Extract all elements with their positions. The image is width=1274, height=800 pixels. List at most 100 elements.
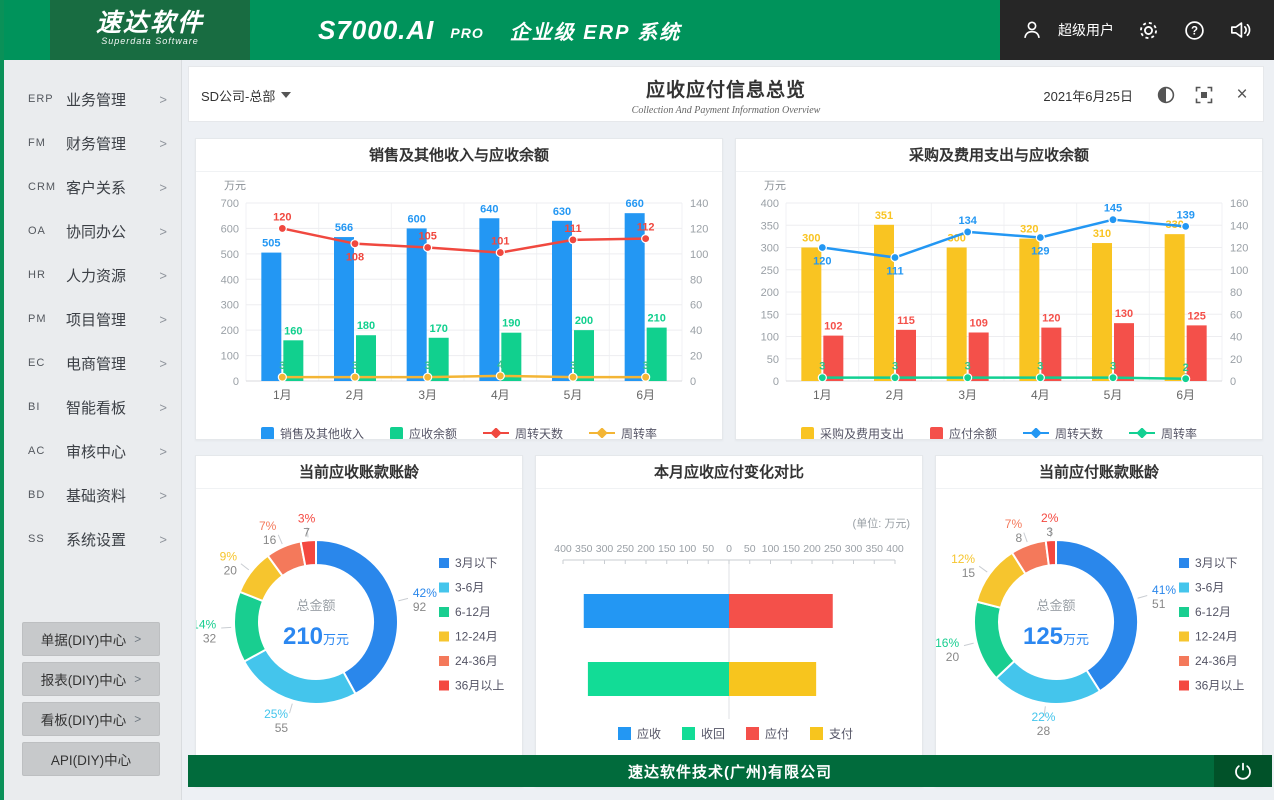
line-point [642,235,650,243]
module-abbr: SS [28,533,62,545]
svg-text:3: 3 [279,360,285,372]
svg-text:210万元: 210万元 [283,623,349,650]
svg-text:收回: 收回 [701,727,725,741]
sidebar-item-crm[interactable]: CRM客户关系> [4,165,181,209]
legend-item[interactable]: 36月以上 [1179,679,1244,693]
donut-slice[interactable] [974,602,1014,679]
chevron-right-icon: > [159,444,167,459]
theme-contrast-icon[interactable] [1155,84,1177,106]
bar [1165,234,1185,381]
legend-item[interactable]: 12-24月 [439,630,498,644]
svg-text:3: 3 [570,360,576,372]
legend-item[interactable]: 6-12月 [439,605,491,619]
legend-item[interactable]: 12-24月 [1179,630,1238,644]
sidebar-item-bd[interactable]: BD基础资料> [4,473,181,517]
chevron-right-icon: > [159,400,167,415]
announcement-speaker-icon[interactable] [1228,18,1252,42]
donut-slice[interactable] [996,661,1100,704]
chart-title: 采购及费用支出与应收余额 [736,139,1262,172]
sidebar-item-pm[interactable]: PM项目管理> [4,297,181,341]
chevron-right-icon: > [159,356,167,371]
svg-text:640: 640 [480,203,498,215]
line-point [891,254,899,262]
svg-text:100: 100 [221,351,239,363]
help-icon[interactable]: ? [1182,18,1206,42]
svg-text:20: 20 [1230,354,1242,366]
sidebar-item-ec[interactable]: EC电商管理> [4,341,181,385]
diy-docs-button[interactable]: 单据(DIY)中心> [22,622,160,656]
close-icon[interactable]: × [1231,84,1253,106]
sidebar-item-erp[interactable]: ERP业务管理> [4,77,181,121]
sidebar-item-ss[interactable]: SS系统设置> [4,517,181,561]
combo-chart-canvas: 万元01002003004005006007000204060801001201… [196,172,722,416]
bar-right [729,662,816,696]
legend-item[interactable]: 应付 [746,726,789,741]
legend-item[interactable]: 销售及其他收入 [261,425,364,441]
svg-text:300: 300 [845,543,863,555]
legend-item[interactable]: 应付余额 [930,425,997,441]
legend-item[interactable]: 24-36月 [1179,654,1238,668]
module-abbr: FM [28,137,62,149]
legend-item[interactable]: 3-6月 [439,581,484,595]
legend-item[interactable]: 3-6月 [1179,581,1224,595]
legend-item[interactable]: 应收 [618,726,661,741]
legend-item[interactable]: 6-12月 [1179,605,1231,619]
settings-gear-icon[interactable] [1136,18,1160,42]
power-button[interactable] [1214,755,1272,787]
svg-text:40: 40 [1230,332,1242,344]
donut-slice[interactable] [244,649,355,704]
legend-item[interactable]: 采购及费用支出 [801,425,904,441]
legend-item[interactable]: 应收余额 [390,425,457,441]
sidebar-item-hr[interactable]: HR人力资源> [4,253,181,297]
svg-text:15: 15 [962,566,976,580]
svg-text:支付: 支付 [829,727,853,741]
svg-text:350: 350 [575,543,593,555]
diy-reports-button[interactable]: 报表(DIY)中心> [22,662,160,696]
user-menu[interactable]: 超级用户 [1020,18,1114,42]
donut-chart-canvas: 41%5122%2816%2012%157%82%3总金额125万元3月以下3-… [936,489,1262,755]
company-selector[interactable]: SD公司-总部 [201,67,291,123]
svg-text:200: 200 [803,543,821,555]
product-title: S7000.AI PRO 企业级 ERP 系统 [318,0,681,60]
donut-slice[interactable] [316,540,398,694]
combo-chart-canvas: 万元05010015020025030035040002040608010012… [736,172,1262,416]
donut-slice[interactable] [234,592,266,662]
svg-text:12%: 12% [951,552,975,566]
legend-item[interactable]: 周转天数 [1023,425,1103,441]
legend-item[interactable]: 24-36月 [439,654,498,668]
sidebar-item-bi[interactable]: BI智能看板> [4,385,181,429]
sidebar-item-oa[interactable]: OA协同办公> [4,209,181,253]
legend-label: 应收余额 [409,425,457,441]
legend-item[interactable]: 周转率 [1129,425,1197,441]
diy-api-button[interactable]: API(DIY)中心 [22,742,160,776]
legend-item[interactable]: 周转率 [589,425,657,441]
svg-text:200: 200 [761,287,779,299]
donut-slice[interactable] [1056,540,1138,691]
chevron-right-icon: > [159,92,167,107]
legend-item[interactable]: 3月以下 [439,556,498,570]
svg-text:400: 400 [554,543,572,555]
module-abbr: BI [28,401,62,413]
svg-text:100: 100 [761,332,779,344]
legend-item[interactable]: 周转天数 [483,425,563,441]
svg-text:3: 3 [643,360,649,372]
legend-item[interactable]: 收回 [682,727,725,741]
svg-text:5月: 5月 [1104,388,1123,402]
legend-label: 周转率 [621,425,657,441]
legend-line-icon [589,428,615,438]
combo-chart-purchase: 万元05010015020025030035040002040608010012… [736,172,1262,440]
svg-text:3: 3 [1046,525,1053,539]
sidebar-item-ac[interactable]: AC审核中心> [4,429,181,473]
svg-text:180: 180 [357,320,375,332]
svg-text:170: 170 [429,323,447,335]
diy-dashboard-button[interactable]: 看板(DIY)中心> [22,702,160,736]
chart-title: 当前应收账款账龄 [196,456,522,489]
svg-text:134: 134 [958,215,977,227]
line-point [424,244,432,252]
legend-item[interactable]: 3月以下 [1179,556,1238,570]
legend-item[interactable]: 支付 [810,727,853,741]
svg-text:万元: 万元 [764,180,786,192]
fullscreen-icon[interactable] [1193,84,1215,106]
sidebar-item-fm[interactable]: FM财务管理> [4,121,181,165]
legend-item[interactable]: 36月以上 [439,679,504,693]
